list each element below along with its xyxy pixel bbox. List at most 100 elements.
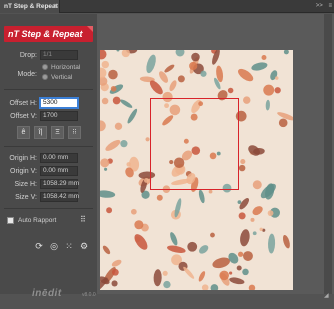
- pattern-motif: [144, 178, 149, 183]
- pattern-motif: [159, 71, 169, 83]
- target-icon[interactable]: ◎: [49, 241, 59, 251]
- offset-h-field[interactable]: 5300: [40, 98, 78, 108]
- pattern-motif: [274, 87, 281, 94]
- radio-dot: [42, 74, 48, 80]
- origin-v-row: Origin V: 0.00 mm: [0, 166, 97, 177]
- size-v-label: Size V:: [15, 194, 37, 201]
- version-label: v8.0.0: [82, 292, 96, 298]
- pattern-motif: [251, 62, 268, 71]
- drop-label: Drop:: [19, 52, 37, 59]
- pattern-motif: [252, 180, 262, 190]
- pattern-motif: [167, 245, 186, 253]
- mode-vertical-label: Vertical: [51, 74, 73, 81]
- pattern-motif: [101, 97, 109, 105]
- size-h-field[interactable]: 1058.29 mm: [40, 179, 79, 189]
- pattern-motif: [101, 60, 110, 69]
- offset-v-label: Offset V:: [10, 113, 37, 120]
- mode-horizontal-radio[interactable]: Horizontal: [42, 63, 80, 72]
- pattern-motif: [229, 277, 245, 285]
- offset-h-row: Offset H: 5300: [0, 98, 97, 109]
- pattern-motif: [106, 207, 113, 214]
- settings-icon[interactable]: ⚙: [79, 241, 89, 251]
- size-v-row: Size V: 1058.42 mm: [0, 192, 97, 203]
- pattern-motif: [111, 280, 118, 287]
- resize-grip-icon[interactable]: ◢: [324, 292, 332, 300]
- pattern-motif: [162, 270, 168, 276]
- pattern-motif: [267, 210, 274, 217]
- pattern-motif: [163, 280, 171, 289]
- pattern-motif: [108, 69, 118, 80]
- pattern-motif: [100, 67, 107, 79]
- size-h-label: Size H:: [14, 181, 37, 188]
- origin-h-field[interactable]: 0.00 mm: [40, 153, 78, 163]
- divider: [4, 89, 93, 90]
- drop-field[interactable]: 1/1: [40, 50, 78, 60]
- pattern-motif: [134, 220, 144, 230]
- close-icon[interactable]: ×: [52, 0, 60, 13]
- mode-horizontal-label: Horizontal: [51, 64, 81, 71]
- offset-h-label: Offset H:: [9, 100, 38, 107]
- pattern-motif: [174, 198, 182, 218]
- pattern-motif: [198, 271, 206, 282]
- origin-h-label: Origin H:: [9, 155, 37, 162]
- panel-tab[interactable]: nT Step & Repeat ×: [0, 0, 60, 13]
- size-v-field[interactable]: 1058.42 mm: [40, 192, 79, 202]
- repeat-selection[interactable]: [150, 98, 239, 190]
- tool-button-4[interactable]: ⁝⁝: [68, 126, 81, 139]
- pattern-motif: [156, 194, 163, 201]
- divider: [4, 208, 93, 209]
- pattern-motif: [130, 208, 137, 215]
- mode-vertical-radio[interactable]: Vertical: [42, 73, 72, 82]
- pattern-motif: [120, 99, 133, 108]
- refresh-icon[interactable]: ⟳: [34, 241, 44, 251]
- pattern-motif: [248, 284, 256, 290]
- pattern-motif: [240, 159, 246, 165]
- pattern-motif: [104, 167, 108, 171]
- expand-icon[interactable]: >>: [316, 3, 323, 9]
- offset-v-field[interactable]: 1700: [40, 111, 78, 121]
- settings-panel: nT Step & Repeat Drop: 1/1 Mode: Horizon…: [0, 14, 97, 294]
- pattern-motif: [261, 54, 267, 60]
- pattern-preview[interactable]: [100, 50, 293, 290]
- panel-scrollbar[interactable]: [324, 14, 332, 294]
- origin-v-field[interactable]: 0.00 mm: [40, 166, 78, 176]
- origin-h-row: Origin H: 0.00 mm: [0, 153, 97, 164]
- pattern-motif: [177, 75, 185, 83]
- logo-corner: [87, 26, 93, 32]
- pattern-motif: [201, 284, 209, 290]
- pattern-motif: [170, 232, 178, 246]
- tool-buttons: ê î| Ξ ⁝⁝: [0, 126, 97, 140]
- pattern-motif: [259, 227, 263, 231]
- pattern-motif: [116, 50, 120, 52]
- pattern-motif: [187, 241, 198, 252]
- size-h-row: Size H: 1058.29 mm: [0, 179, 97, 190]
- tool-button-2[interactable]: î|: [34, 126, 47, 139]
- pattern-motif: [227, 87, 234, 94]
- pattern-motif: [212, 257, 230, 269]
- pattern-motif: [100, 158, 110, 168]
- radio-dot: [42, 64, 48, 70]
- logo: nT Step & Repeat: [4, 26, 93, 42]
- tool-button-3[interactable]: Ξ: [51, 126, 64, 139]
- rapport-options-icon[interactable]: ⠿: [80, 215, 89, 225]
- pattern-motif: [252, 231, 257, 236]
- divider: [4, 146, 93, 147]
- action-icons: ⟳ ◎ ⁙ ⚙: [0, 241, 97, 253]
- pattern-motif: [100, 120, 106, 132]
- pattern-motif: [110, 85, 117, 92]
- pattern-motif: [189, 61, 198, 71]
- panel-tab-title: nT Step & Repeat: [4, 3, 58, 10]
- pattern-motif: [283, 50, 289, 55]
- pattern-motif: [236, 265, 242, 271]
- tool-button-1[interactable]: ê: [17, 126, 30, 139]
- pattern-motif: [121, 50, 130, 58]
- pattern-motif: [114, 122, 123, 130]
- drop-row: Drop: 1/1: [0, 50, 97, 61]
- pattern-motif: [237, 251, 244, 257]
- panel-menu-icon[interactable]: ≡: [328, 3, 332, 9]
- auto-rapport-checkbox[interactable]: [7, 217, 14, 224]
- grid-icon[interactable]: ⁙: [64, 241, 74, 251]
- pattern-motif: [175, 50, 185, 57]
- pattern-motif: [183, 266, 195, 279]
- pattern-motif: [199, 245, 209, 254]
